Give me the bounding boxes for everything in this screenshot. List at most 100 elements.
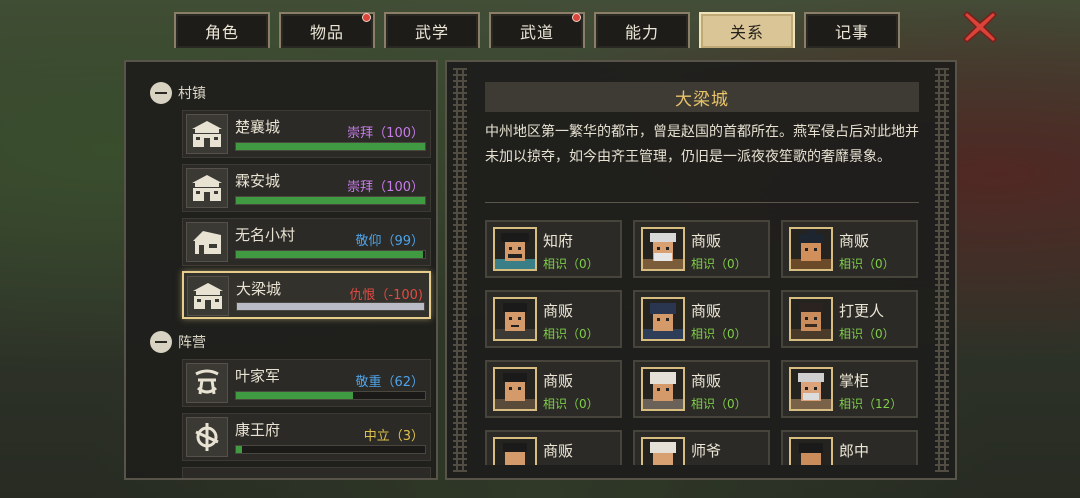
notification-dot-icon	[362, 13, 371, 22]
relation-bar-fill	[236, 392, 354, 399]
npc-card[interactable]: 商贩	[485, 430, 622, 465]
npc-card[interactable]: 知府 相识（0）	[485, 220, 622, 278]
watchman-portrait	[789, 297, 833, 341]
tab-relations[interactable]: 关系	[699, 12, 795, 48]
shopkeeper-portrait	[789, 367, 833, 411]
topknot-merchant-portrait	[789, 227, 833, 271]
npc-role: 打更人	[839, 302, 885, 320]
close-button[interactable]	[961, 8, 999, 46]
x-close-icon	[962, 10, 998, 44]
faction-name: 康王府	[235, 421, 281, 439]
tab-bar: 角色 物品 武学 武道 能力 关系 记事	[174, 12, 900, 48]
list-item-ye-army[interactable]: 叶家军 敬重（62）	[182, 359, 431, 407]
tab-label: 角色	[204, 23, 239, 42]
tab-martial-arts[interactable]: 武学	[384, 12, 480, 48]
location-name: 霖安城	[235, 172, 281, 190]
collapse-icon[interactable]	[150, 82, 172, 104]
relation-status: 仇恨（-100)	[349, 288, 423, 303]
npc-relation: 相识（0）	[543, 257, 599, 271]
location-name: 楚襄城	[235, 118, 281, 136]
npc-card[interactable]: 师爷	[633, 430, 770, 465]
npc-card[interactable]: 郎中	[781, 430, 918, 465]
relation-status: 中立（3）	[363, 429, 424, 444]
faction-name: 叶家军	[235, 367, 281, 385]
npc-relation: 相识（0）	[691, 257, 747, 271]
manor-emblem-icon	[186, 417, 228, 457]
npc-card[interactable]: 商贩 相识（0）	[633, 220, 770, 278]
tab-label: 武学	[414, 23, 449, 42]
relation-bar	[235, 391, 426, 400]
white-cap-merchant-portrait	[641, 367, 685, 411]
npc-role: 商贩	[839, 232, 870, 250]
city-gate-icon	[186, 168, 228, 208]
npc-role: 商贩	[691, 232, 722, 250]
doctor-portrait	[789, 437, 833, 465]
section-title: 阵营	[178, 335, 206, 351]
npc-relation: 相识（0）	[543, 327, 599, 341]
npc-relation: 相识（0）	[543, 397, 599, 411]
npc-role: 知府	[543, 232, 574, 250]
relation-status: 敬重（62）	[355, 375, 424, 390]
relation-status: 崇拜（100）	[347, 126, 424, 141]
tab-items[interactable]: 物品	[279, 12, 375, 48]
tab-label: 武道	[519, 23, 554, 42]
section-factions[interactable]: 阵营	[150, 331, 206, 353]
npc-role: 商贩	[691, 302, 722, 320]
capped-merchant-portrait	[641, 297, 685, 341]
relation-bar-fill	[236, 251, 424, 258]
npc-card[interactable]: 商贩 相识（0）	[633, 290, 770, 348]
collapse-icon[interactable]	[150, 331, 172, 353]
relation-bar-fill	[237, 303, 424, 310]
npc-card[interactable]: 商贩 相识（0）	[485, 360, 622, 418]
relation-bar-fill	[236, 446, 242, 453]
border-ornament	[935, 68, 949, 472]
section-title: 村镇	[178, 86, 206, 102]
relation-status: 崇拜（100）	[347, 180, 424, 195]
list-item-nameless-village[interactable]: 无名小村 敬仰（99）	[182, 218, 431, 266]
npc-relation: 相识（0）	[839, 327, 895, 341]
city-gate-icon	[186, 114, 228, 154]
list-item-daliang[interactable]: 大梁城 仇恨（-100)	[182, 271, 431, 319]
npc-card[interactable]: 商贩 相识（0）	[485, 290, 622, 348]
tab-label: 记事	[834, 23, 869, 42]
list-item-kang-manor[interactable]: 康王府 中立（3）	[182, 413, 431, 461]
official-portrait	[493, 227, 537, 271]
npc-relation: 相识（0）	[691, 397, 747, 411]
npc-relation: 相识（0）	[839, 257, 895, 271]
tab-abilities[interactable]: 能力	[594, 12, 690, 48]
tab-journal[interactable]: 记事	[804, 12, 900, 48]
section-villages[interactable]: 村镇	[150, 82, 206, 104]
location-name: 大梁城	[236, 280, 282, 298]
npc-role: 商贩	[543, 442, 574, 460]
army-emblem-icon	[186, 363, 228, 403]
list-item-chuxiang[interactable]: 楚襄城 崇拜（100）	[182, 110, 431, 158]
relations-list-panel[interactable]: 村镇 楚襄城 崇拜（100） 霖安城 崇拜（100） 无名小村 敬仰（99） 大…	[124, 60, 438, 480]
list-item-partial[interactable]	[182, 467, 431, 478]
location-title: 大梁城	[485, 82, 919, 112]
npc-role: 商贩	[543, 372, 574, 390]
npc-role: 掌柜	[839, 372, 870, 390]
npc-card[interactable]: 商贩 相识（0）	[633, 360, 770, 418]
npc-relation: 相识（12）	[839, 397, 903, 411]
relation-bar-fill	[236, 143, 425, 150]
npc-card[interactable]: 打更人 相识（0）	[781, 290, 918, 348]
relation-bar	[235, 250, 426, 259]
notification-dot-icon	[572, 13, 581, 22]
relation-bar-fill	[236, 197, 425, 204]
tab-character[interactable]: 角色	[174, 12, 270, 48]
tab-label: 物品	[309, 23, 344, 42]
list-item-linan[interactable]: 霖安城 崇拜（100）	[182, 164, 431, 212]
relation-bar	[235, 445, 426, 454]
npc-card[interactable]: 商贩 相识（0）	[781, 220, 918, 278]
npc-card[interactable]: 掌柜 相识（12）	[781, 360, 918, 418]
npc-role: 商贩	[543, 302, 574, 320]
npc-role: 商贩	[691, 372, 722, 390]
merchant-portrait	[493, 437, 537, 465]
npc-grid[interactable]: 知府 相识（0） 商贩 相识（0） 商贩 相识（0） 商贩 相识（0） 商贩 相…	[485, 220, 919, 465]
merchant-portrait	[493, 367, 537, 411]
tab-label: 关系	[729, 23, 764, 42]
relation-status: 敬仰（99）	[355, 234, 424, 249]
npc-role: 师爷	[691, 442, 722, 460]
location-description: 中州地区第一繁华的都市，曾是赵国的首都所在。燕军侵占后对此地并未加以掠夺，如今由…	[485, 124, 919, 165]
tab-martial-way[interactable]: 武道	[489, 12, 585, 48]
